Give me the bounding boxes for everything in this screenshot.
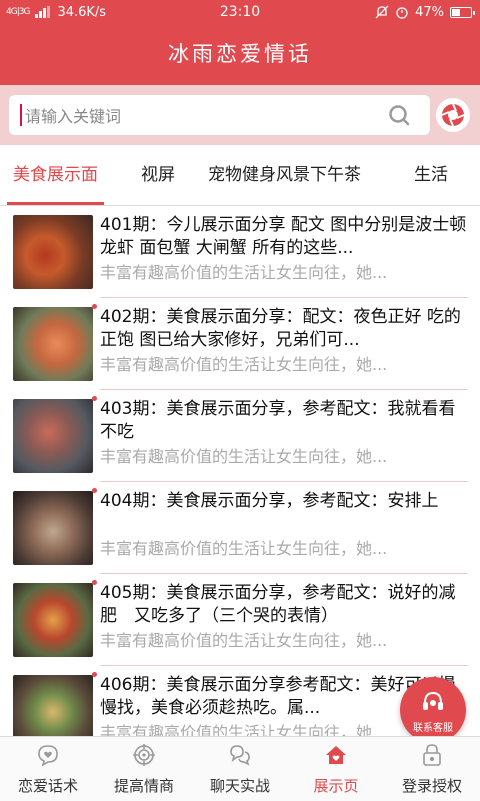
category-tabs: 美食展示面 视屏 宠物健身风景下午茶 生活 — [0, 145, 480, 206]
status-right: 47% — [375, 4, 475, 20]
nav-showcase[interactable]: 展示页 — [288, 737, 384, 801]
thumbnail-image — [13, 583, 93, 657]
lock-icon — [423, 744, 441, 766]
mute-bell-icon — [375, 5, 389, 19]
nav-label: 登录授权 — [401, 777, 462, 795]
search-bar — [0, 85, 480, 145]
nav-chat-practice[interactable]: 聊天实战 — [192, 737, 288, 801]
item-subtitle: 丰富有趣高价值的生活让女生向往，她... — [100, 447, 388, 466]
thumbnail-image — [13, 399, 93, 473]
contact-support-button[interactable]: 联系客服 — [400, 677, 466, 743]
unread-dot — [92, 580, 97, 585]
thumbnail-image — [13, 491, 93, 565]
nav-label: 聊天实战 — [209, 777, 270, 795]
search-box[interactable] — [9, 95, 430, 137]
item-title: 403期：美食展示面分享，参考配文：我就看看 不吃 — [100, 399, 456, 442]
item-subtitle: 丰富有趣高价值的生活让女生向往，她... — [100, 631, 388, 650]
list-item[interactable]: 403期：美食展示面分享，参考配文：我就看看 不吃 丰富有趣高价值的生活让女生向… — [0, 390, 480, 482]
unread-dot — [92, 304, 97, 309]
nav-eq[interactable]: 提高情商 — [96, 737, 192, 801]
item-subtitle: 丰富有趣高价值的生活让女生向往，她... — [100, 539, 388, 558]
status-bar: 4G|3G 34.6K/s 23:10 47% — [0, 0, 480, 24]
app-title: 冰雨恋爱情话 — [0, 24, 480, 85]
bottom-nav: 恋爱话术 提高情商 聊天实战 展示页 登录授权 — [0, 736, 480, 801]
tab-food[interactable]: 美食展示面 — [7, 145, 104, 205]
unread-dot — [92, 672, 97, 677]
article-list: 401期：今儿展示面分享 配文 图中分别是波士顿龙虾 面包蟹 大闸蟹 所有的这些… — [0, 206, 480, 736]
tab-video[interactable]: 视屏 — [141, 145, 175, 205]
nav-label: 展示页 — [313, 777, 359, 795]
tab-life[interactable]: 生活 — [414, 145, 448, 205]
search-input[interactable] — [23, 95, 377, 137]
text-caret — [20, 104, 22, 126]
home-icon — [326, 746, 346, 764]
alarm-icon — [396, 7, 408, 19]
item-subtitle: 丰富有趣高价值的生活让女生向往，她... — [100, 355, 388, 374]
chat-bubbles-icon — [230, 745, 250, 766]
list-item[interactable]: 401期：今儿展示面分享 配文 图中分别是波士顿龙虾 面包蟹 大闸蟹 所有的这些… — [0, 206, 480, 298]
thumbnail-image — [13, 215, 93, 289]
unread-dot — [92, 396, 97, 401]
thumbnail-image — [13, 675, 93, 736]
target-icon — [133, 744, 155, 766]
battery-percent: 47% — [415, 4, 444, 20]
list-item[interactable]: 402期：美食展示面分享：配文：夜色正好 吃的正饱 图已给大家修好，兄弟们可..… — [0, 298, 480, 390]
item-title: 401期：今儿展示面分享 配文 图中分别是波士顿龙虾 面包蟹 大闸蟹 所有的这些… — [100, 215, 467, 258]
battery-icon — [450, 6, 475, 18]
item-subtitle: 丰富有趣高价值的生活让女生向往，她... — [100, 263, 388, 282]
nav-label: 提高情商 — [113, 777, 174, 795]
nav-love-talk[interactable]: 恋爱话术 — [0, 737, 96, 801]
headset-icon — [423, 691, 443, 710]
item-title: 405期：美食展示面分享，参考配文：说好的减肥 又吃多了（三个哭的表情） — [100, 583, 456, 626]
thumbnail-image — [13, 307, 93, 381]
tab-pets-fitness[interactable]: 宠物健身风景下午茶 — [208, 145, 361, 205]
search-icon[interactable] — [388, 104, 410, 126]
nav-label: 恋爱话术 — [17, 777, 78, 795]
list-item[interactable]: 404期：美食展示面分享，参考配文：安排上 丰富有趣高价值的生活让女生向往，她.… — [0, 482, 480, 574]
item-title: 402期：美食展示面分享：配文：夜色正好 吃的正饱 图已给大家修好，兄弟们可..… — [100, 307, 461, 350]
aperture-icon — [441, 103, 465, 127]
heart-chat-icon — [38, 745, 58, 767]
camera-button[interactable] — [436, 98, 470, 132]
item-title: 404期：美食展示面分享，参考配文：安排上 — [100, 491, 439, 511]
unread-dot — [92, 488, 97, 493]
nav-login-auth[interactable]: 登录授权 — [384, 737, 480, 801]
list-item[interactable]: 405期：美食展示面分享，参考配文：说好的减肥 又吃多了（三个哭的表情） 丰富有… — [0, 574, 480, 666]
contact-support-label: 联系客服 — [413, 723, 453, 734]
